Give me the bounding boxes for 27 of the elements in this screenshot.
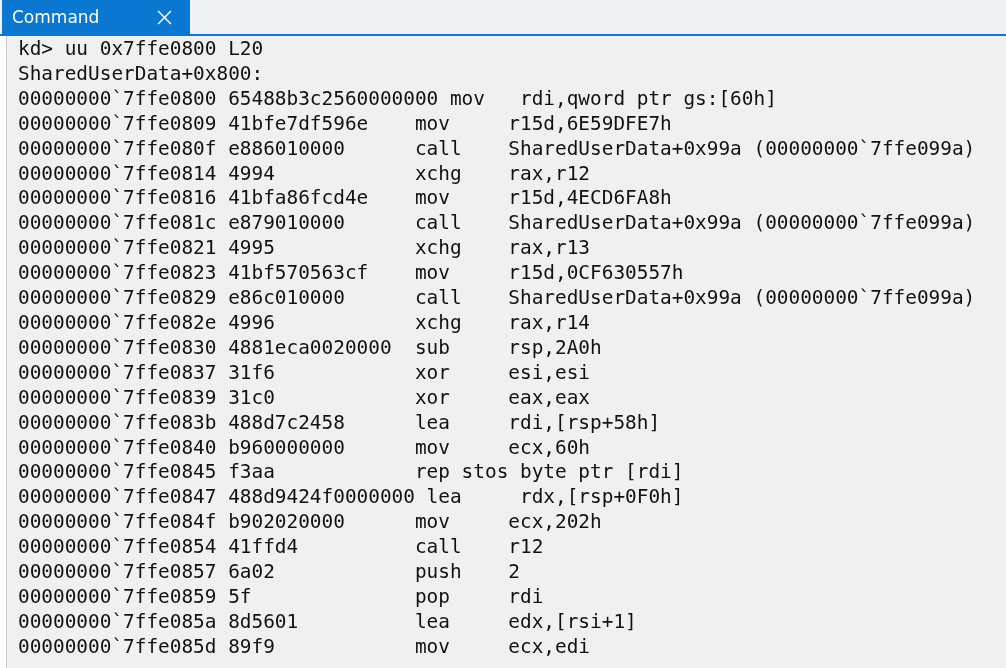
output-line: 00000000`7ffe0839 31c0 xor eax,eax [18, 385, 591, 411]
output-line: 00000000`7ffe085d 89f9 mov ecx,edi [18, 634, 591, 660]
output-line: 00000000`7ffe084f b902020000 mov ecx,202h [18, 510, 602, 536]
output-line: 00000000`7ffe0854 41ffd4 call r12 [18, 535, 544, 561]
output-line: 00000000`7ffe0857 6a02 push 2 [18, 560, 520, 585]
close-icon[interactable] [157, 9, 172, 25]
output-line: 00000000`7ffe0829 e86c010000 call SharedUserData+0x99a (00000000`7ffe099a) [18, 286, 976, 311]
output-line: 00000000`7ffe0814 4994 xchg rax,r12 [18, 161, 591, 187]
output-line: 00000000`7ffe0847 488d9424f0000000 lea rdx,[rsp+0F0h] [18, 485, 684, 511]
output-line: 00000000`7ffe0840 b960000000 mov ecx,60h [18, 435, 591, 461]
output-line: 00000000`7ffe0859 5f pop rdi [18, 584, 544, 610]
output-line: 00000000`7ffe0845 f3aa rep stos byte ptr [rdi] [18, 460, 684, 486]
output-line: 00000000`7ffe0837 31f6 xor esi,esi [18, 360, 591, 386]
output-line: 00000000`7ffe0821 4995 xchg rax,r13 [18, 236, 591, 262]
output-line: 00000000`7ffe0809 41bfe7df596e mov r15d,6E59DFE7h [18, 111, 672, 137]
output-line: 00000000`7ffe085a 8d5601 lea edx,[rsi+1] [18, 609, 637, 635]
output-line: kd> uu 0x7ffe0800 L20 [18, 37, 264, 62]
tab[interactable]: Command [2, 0, 190, 34]
output-line: 00000000`7ffe082e 4996 xchg rax,r14 [18, 310, 591, 336]
output-line: 00000000`7ffe081c e879010000 call SharedUserData+0x99a (00000000`7ffe099a) [18, 211, 976, 237]
output-line: 00000000`7ffe0816 41bfa86fcd4e mov r15d,4ECD6FA8h [18, 186, 672, 212]
output-line: 00000000`7ffe0823 41bf570563cf mov r15d,0CF630557h [18, 261, 684, 287]
output-line: SharedUserData+0x800: [18, 61, 264, 87]
output-line: 00000000`7ffe0830 4881eca0020000 sub rsp,2A0h [18, 335, 602, 361]
output-line: 00000000`7ffe0800 65488b3c2560000000 mov rdi,qword ptr gs:[60h] [18, 86, 777, 112]
output-line: 00000000`7ffe080f e886010000 call SharedUserData+0x99a (00000000`7ffe099a) [18, 136, 976, 162]
output-line: 00000000`7ffe083b 488d7c2458 lea rdi,[rsp+58h] [18, 410, 661, 436]
